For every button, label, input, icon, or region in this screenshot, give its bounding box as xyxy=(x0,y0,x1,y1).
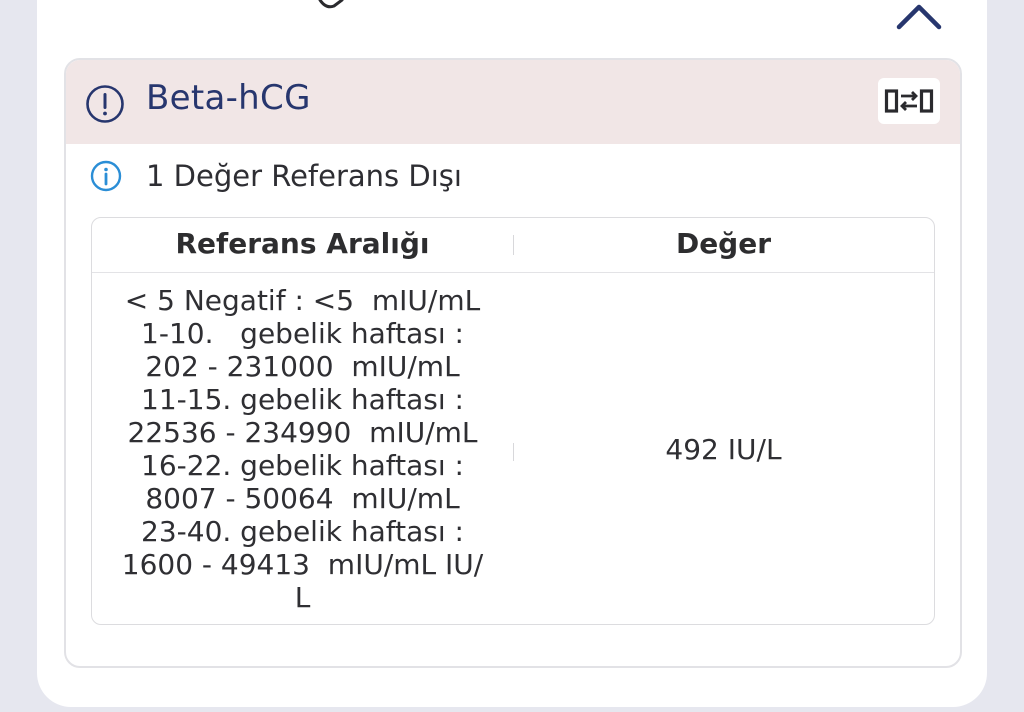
partial-decoration xyxy=(318,0,344,9)
header-separator xyxy=(92,272,934,273)
reference-line: 8007 - 50064 mIU/mL xyxy=(145,482,460,515)
reference-line: 11-15. gebelik haftası : xyxy=(141,383,464,416)
chevron-up-icon[interactable] xyxy=(895,0,943,36)
result-value-cell: 492 IU/L xyxy=(665,433,782,466)
reference-line: L xyxy=(294,581,311,614)
reference-line: < 5 Negatif : <5 mIU/mL xyxy=(124,284,481,317)
swap-horizontal-icon xyxy=(884,89,934,113)
reference-line: 1600 - 49413 mIU/mL IU/ xyxy=(121,548,484,581)
out-of-range-text: 1 Değer Referans Dışı xyxy=(146,159,462,193)
info-circle-icon xyxy=(90,160,122,192)
test-title: Beta-hCG xyxy=(146,78,311,118)
reference-line: 23-40. gebelik haftası : xyxy=(141,515,464,548)
reference-line: 1-10. gebelik haftası : xyxy=(141,317,464,350)
test-header: Beta-hCG xyxy=(66,60,960,144)
reference-line: 16-22. gebelik haftası : xyxy=(141,449,464,482)
value-header: Değer xyxy=(675,227,772,260)
reference-line: 22536 - 234990 mIU/mL xyxy=(127,416,478,449)
test-result-card: Beta-hCG 1 Değer Referans Dışı Referans … xyxy=(64,58,962,668)
alert-circle-icon xyxy=(86,85,124,123)
reference-range-header: Referans Aralığı xyxy=(175,227,430,260)
results-table: Referans Aralığı Değer < 5 Negatif : <5 … xyxy=(91,217,935,625)
reference-line: 202 - 231000 mIU/mL xyxy=(145,350,460,383)
swap-view-button[interactable] xyxy=(878,78,940,124)
reference-range-cell: < 5 Negatif : <5 mIU/mL 1-10. gebelik ha… xyxy=(92,284,513,614)
